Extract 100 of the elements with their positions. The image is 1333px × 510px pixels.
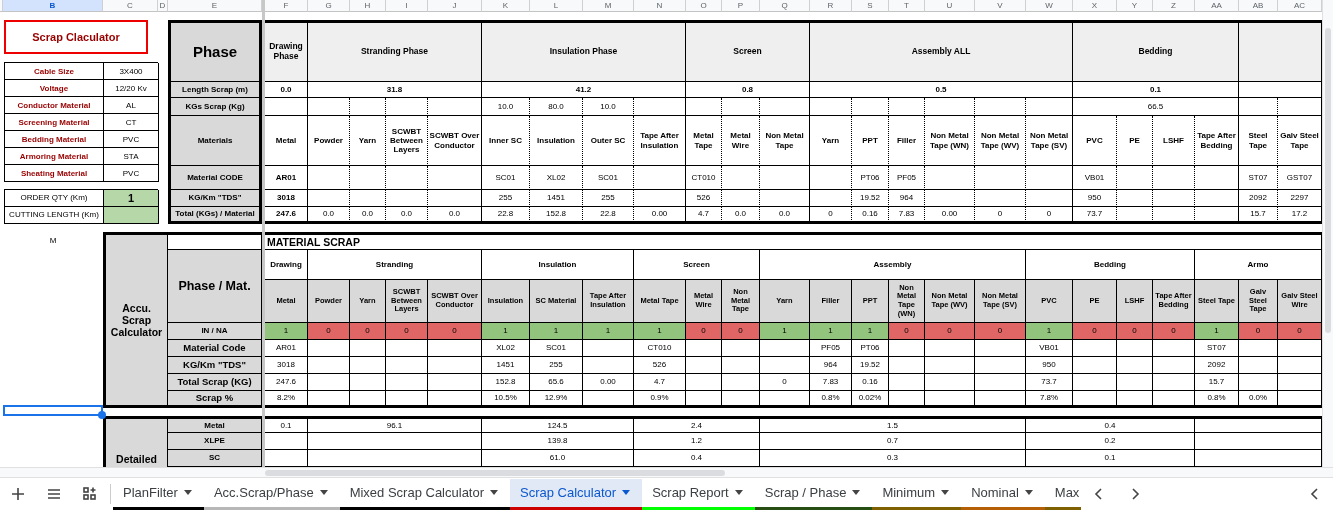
table-cell: 0.8% xyxy=(1195,391,1239,408)
table-cell: 1.2 xyxy=(634,433,760,450)
column-header[interactable]: Y xyxy=(1117,0,1153,12)
table-cell: 152.8 xyxy=(530,207,583,224)
column-header[interactable]: C xyxy=(103,0,158,12)
table-cell xyxy=(760,98,810,116)
cell-selection[interactable] xyxy=(3,405,103,416)
table-cell: CT010 xyxy=(634,340,686,357)
column-header[interactable]: Z xyxy=(1153,0,1195,12)
table-cell: 0.0 xyxy=(386,207,428,224)
row-label: Materials xyxy=(168,116,262,166)
status-cell: 0 xyxy=(1239,323,1278,340)
column-header[interactable]: O xyxy=(686,0,722,12)
table-cell xyxy=(583,391,634,408)
caret-icon[interactable] xyxy=(622,490,631,495)
table-cell xyxy=(810,98,852,116)
vertical-scrollbar[interactable] xyxy=(1322,0,1333,467)
column-header[interactable]: Q xyxy=(760,0,810,12)
parameter-label: Sheating Material xyxy=(5,165,104,183)
column-header[interactable]: S xyxy=(852,0,889,12)
column-header[interactable]: L xyxy=(530,0,583,12)
table-cell: 0.16 xyxy=(852,374,889,391)
table-cell xyxy=(1117,374,1153,391)
column-header[interactable]: E xyxy=(168,0,262,12)
caret-icon[interactable] xyxy=(1024,490,1033,495)
table-cell xyxy=(686,98,722,116)
column-header[interactable]: H xyxy=(350,0,386,12)
column-header[interactable]: AC xyxy=(1278,0,1322,12)
status-cell: 0 xyxy=(1117,323,1153,340)
horizontal-scrollbar[interactable] xyxy=(0,467,1333,477)
table-cell xyxy=(386,98,428,116)
column-header[interactable]: V xyxy=(975,0,1026,12)
column-header[interactable]: M xyxy=(583,0,634,12)
table-cell: 7.83 xyxy=(889,207,925,224)
status-cell: 1 xyxy=(852,323,889,340)
table-cell xyxy=(1239,357,1278,374)
column-header[interactable]: G xyxy=(308,0,350,12)
table-cell xyxy=(975,391,1026,408)
table-cell xyxy=(1073,391,1117,408)
table-cell: 2.4 xyxy=(634,416,760,433)
table-cell: 8.2% xyxy=(265,391,308,408)
material-header: Powder xyxy=(308,116,350,166)
column-header[interactable]: AA xyxy=(1195,0,1239,12)
status-cell: 1 xyxy=(583,323,634,340)
row-label: KG/Km "TDS" xyxy=(168,190,262,207)
parameter-value: PVC xyxy=(104,131,159,149)
column-header[interactable]: F xyxy=(265,0,308,12)
column-header[interactable]: I xyxy=(386,0,428,12)
material-header: Non Metal Tape xyxy=(760,116,810,166)
sheet-tab[interactable]: Scrap Report xyxy=(642,478,755,510)
column-header[interactable]: P xyxy=(722,0,760,12)
table-cell xyxy=(1117,391,1153,408)
caret-icon[interactable] xyxy=(183,490,192,495)
caret-icon[interactable] xyxy=(734,490,743,495)
table-cell: 247.6 xyxy=(265,374,308,391)
row-label: IN / NA xyxy=(168,323,262,340)
material-header: Metal Tape xyxy=(686,116,722,166)
table-cell xyxy=(889,98,925,116)
column-header[interactable]: W xyxy=(1026,0,1073,12)
column-header[interactable]: U xyxy=(925,0,975,12)
column-header[interactable]: T xyxy=(889,0,925,12)
sheet-tab[interactable]: Nominal xyxy=(961,478,1045,510)
column-header[interactable]: N xyxy=(634,0,686,12)
table-cell xyxy=(350,374,386,391)
sheet-tab[interactable]: Scrap Calculator xyxy=(510,478,643,510)
row-label: SC xyxy=(168,450,262,467)
column-header[interactable]: X xyxy=(1073,0,1117,12)
caret-icon[interactable] xyxy=(852,490,861,495)
table-cell: 19.52 xyxy=(852,190,889,207)
parameter-value[interactable]: 1 xyxy=(104,190,159,207)
table-cell xyxy=(722,374,760,391)
caret-icon[interactable] xyxy=(319,490,328,495)
table-cell xyxy=(722,98,760,116)
column-header[interactable]: AB xyxy=(1239,0,1278,12)
sheet-tab[interactable]: Max xyxy=(1044,478,1082,510)
sheet-tab[interactable]: Acc.Scrap/Phase xyxy=(203,478,340,510)
table-cell xyxy=(350,357,386,374)
column-header[interactable]: J xyxy=(428,0,482,12)
column-header[interactable]: B xyxy=(3,0,103,12)
table-cell: PT06 xyxy=(852,166,889,190)
column-header[interactable]: R xyxy=(810,0,852,12)
parameter-label: Conductor Material xyxy=(5,97,104,115)
row-label: Scrap % xyxy=(168,391,262,408)
parameter-value[interactable] xyxy=(104,207,159,224)
column-header[interactable]: K xyxy=(482,0,530,12)
caret-icon[interactable] xyxy=(941,490,950,495)
sheet-tab[interactable]: PlanFilter xyxy=(113,478,204,510)
table-cell xyxy=(428,391,482,408)
caret-icon[interactable] xyxy=(490,490,499,495)
table-cell xyxy=(1239,98,1278,116)
table-cell: AR01 xyxy=(265,340,308,357)
sheet-tab[interactable]: Scrap / Phase xyxy=(754,478,873,510)
sheet-tab[interactable]: Minimum xyxy=(872,478,962,510)
row-label: KGs Scrap (Kg) xyxy=(168,98,262,116)
calculator-title: Scrap Claculator xyxy=(4,20,148,54)
table-cell xyxy=(686,391,722,408)
table-cell xyxy=(1195,207,1239,224)
table-cell xyxy=(1153,190,1195,207)
material-header: Metal xyxy=(265,116,308,166)
status-cell: 0 xyxy=(1153,323,1195,340)
